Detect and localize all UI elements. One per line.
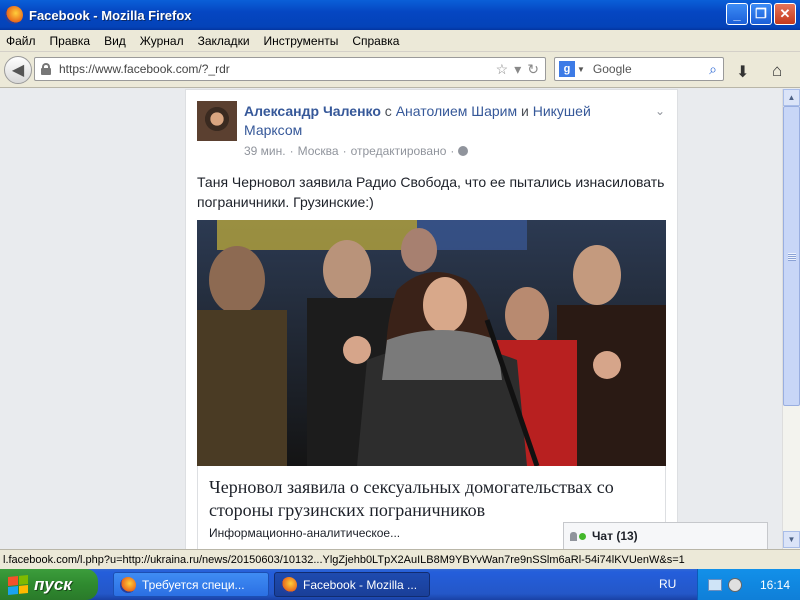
author-name[interactable]: Александр Чаленко: [244, 103, 381, 119]
crowd-photo: [197, 220, 666, 466]
firefox-icon: [5, 6, 23, 24]
scroll-down-button[interactable]: ▼: [783, 531, 800, 548]
with-word: с: [384, 103, 392, 119]
bookmark-star-icon[interactable]: ☆: [496, 61, 509, 78]
post-header: Александр Чаленко с Анатолием Шарим и Ни…: [244, 102, 644, 140]
close-button[interactable]: ✕: [774, 3, 796, 25]
window-title: Facebook - Mozilla Firefox: [29, 7, 192, 23]
system-tray: 16:14: [697, 569, 800, 600]
engine-dropdown-icon[interactable]: ▼: [577, 65, 585, 74]
firefox-icon: [281, 576, 297, 593]
status-bar: l.facebook.com/l.php?u=http://ukraina.ru…: [0, 549, 800, 569]
volume-icon[interactable]: [728, 577, 742, 592]
menu-bookmarks[interactable]: Закладки: [198, 34, 250, 48]
post-time[interactable]: 39 мин.: [244, 144, 286, 158]
link-title[interactable]: Черновол заявила о сексуальных домогател…: [209, 476, 659, 522]
maximize-button[interactable]: ❐: [750, 3, 772, 25]
chat-tab[interactable]: Чат (13): [563, 522, 768, 549]
taskbar: пуск Требуется специ... Facebook - Mozil…: [0, 569, 800, 600]
reload-icon[interactable]: ↻: [527, 61, 539, 78]
tagged-user-1[interactable]: Анатолием Шарим: [396, 103, 517, 119]
menu-edit[interactable]: Правка: [50, 34, 91, 48]
clock[interactable]: 16:14: [760, 578, 790, 592]
windows-logo-icon: [8, 574, 28, 595]
network-icon[interactable]: [708, 578, 722, 591]
menu-help[interactable]: Справка: [352, 34, 399, 48]
meta-separator: ·: [342, 144, 347, 158]
address-bar[interactable]: https://www.facebook.com/?_rdr ☆ ▾ ↻: [34, 57, 546, 81]
taskbar-item-label: Требуется специ...: [142, 577, 245, 592]
taskbar-item-label: Facebook - Mozilla ...: [303, 577, 418, 592]
status-link-url: l.facebook.com/l.php?u=http://ukraina.ru…: [3, 553, 685, 566]
start-button[interactable]: пуск: [0, 569, 98, 600]
scrollbar-grip: [788, 253, 796, 261]
start-label: пуск: [34, 574, 72, 594]
scroll-up-button[interactable]: ▲: [783, 89, 800, 106]
author-avatar[interactable]: [197, 101, 237, 141]
lock-icon: [41, 63, 51, 75]
page-content: Александр Чаленко с Анатолием Шарим и Ни…: [0, 89, 782, 549]
menu-tools[interactable]: Инструменты: [264, 34, 339, 48]
url-text[interactable]: https://www.facebook.com/?_rdr: [59, 62, 496, 76]
post-location[interactable]: Москва: [298, 144, 339, 158]
meta-separator: ·: [450, 144, 455, 158]
google-engine-icon[interactable]: g: [559, 61, 575, 77]
menu-file[interactable]: Файл: [6, 34, 36, 48]
menu-history[interactable]: Журнал: [140, 34, 184, 48]
home-icon[interactable]: ⌂: [772, 61, 782, 81]
download-icon[interactable]: ⬇: [736, 62, 749, 82]
post-text: Таня Черновол заявила Радио Свобода, что…: [197, 174, 665, 210]
post-edited[interactable]: отредактировано: [351, 144, 447, 158]
online-dot-icon: [579, 532, 586, 540]
menu-bar: Файл Правка Вид Журнал Закладки Инструме…: [0, 30, 800, 52]
search-icon[interactable]: ⌕: [709, 61, 717, 78]
language-indicator[interactable]: RU: [659, 577, 676, 591]
globe-icon[interactable]: [458, 146, 469, 156]
person-icon: [570, 531, 577, 541]
navigation-bar: ◀ https://www.facebook.com/?_rdr ☆ ▾ ↻ g…: [0, 52, 800, 88]
back-arrow-icon: ◀: [11, 61, 25, 79]
minimize-button[interactable]: _: [726, 3, 748, 25]
scrollbar-thumb[interactable]: [783, 106, 800, 406]
meta-separator: ·: [289, 144, 294, 158]
chat-label: Чат (13): [592, 529, 638, 543]
firefox-icon: [120, 576, 136, 593]
post-meta: 39 мин. · Москва · отредактировано ·: [244, 144, 469, 158]
and-word: и: [521, 103, 529, 119]
vertical-scrollbar[interactable]: ▲ ▼: [782, 89, 800, 549]
news-feed-post: Александр Чаленко с Анатолием Шарим и Ни…: [185, 89, 678, 549]
back-button[interactable]: ◀: [4, 55, 32, 84]
search-input[interactable]: Google: [593, 62, 709, 76]
url-dropdown-icon[interactable]: ▾: [514, 61, 521, 78]
title-bar: Facebook - Mozilla Firefox _ ❐ ✕: [0, 0, 800, 30]
taskbar-item-2[interactable]: Facebook - Mozilla ...: [274, 572, 430, 597]
link-preview-image[interactable]: [197, 220, 666, 466]
menu-view[interactable]: Вид: [104, 34, 126, 48]
search-bar[interactable]: g ▼ Google ⌕: [554, 57, 724, 81]
taskbar-item-1[interactable]: Требуется специ...: [113, 572, 269, 597]
post-options-chevron-icon[interactable]: ⌄: [655, 104, 665, 118]
link-description: Информационно-аналитическое...: [209, 526, 401, 540]
